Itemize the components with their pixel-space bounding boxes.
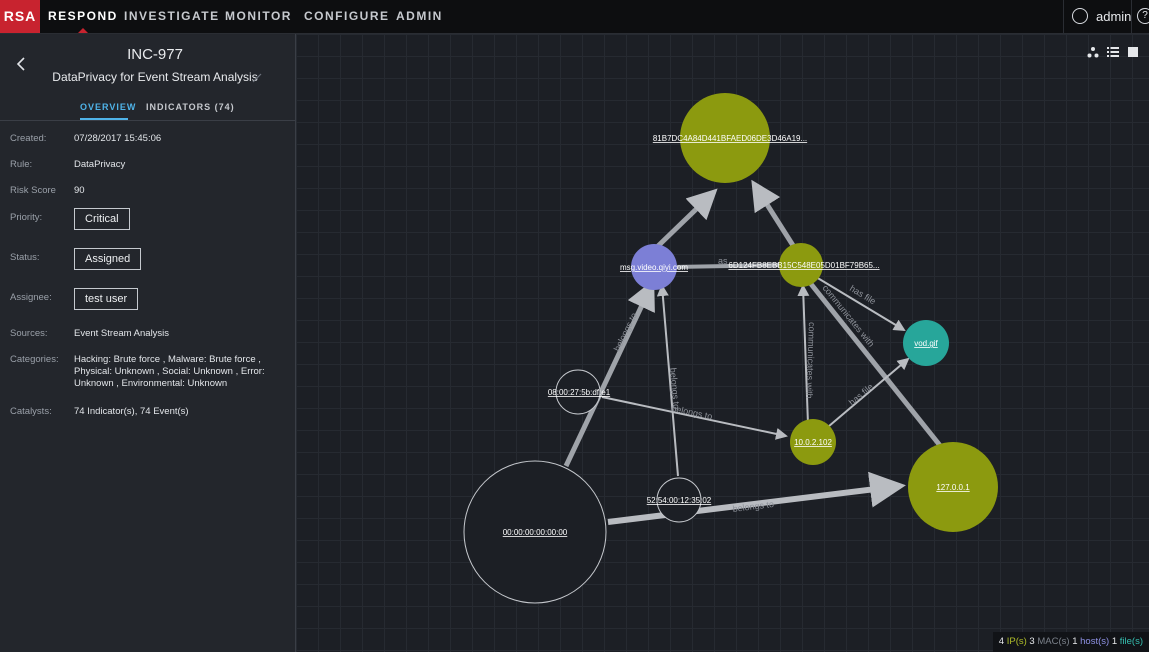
edge-label-belongs-mac3-ip2: belongs to bbox=[732, 499, 774, 514]
rsa-logo[interactable]: RSA bbox=[0, 0, 40, 33]
back-button[interactable] bbox=[16, 56, 32, 76]
graph-nodes bbox=[463, 93, 998, 604]
edge-label-has-file-2: has file bbox=[847, 382, 875, 408]
nav-respond-label: RESPOND bbox=[48, 9, 118, 23]
node-label-mac3: 00:00:00:00:00:00 bbox=[503, 528, 568, 537]
priority-dropdown[interactable]: Critical bbox=[74, 208, 130, 230]
node-label-hash1: 81B7DC4A84D441BFAED06DE3D46A19... bbox=[653, 134, 807, 143]
created-label: Created: bbox=[10, 133, 47, 144]
active-tab-underline bbox=[80, 118, 128, 120]
legend-mac-label: MAC(s) bbox=[1037, 636, 1070, 647]
graph-edges bbox=[563, 179, 944, 525]
status-dropdown[interactable]: Assigned bbox=[74, 248, 142, 270]
incident-panel: INC-977 DataPrivacy for Event Stream Ana… bbox=[0, 34, 296, 652]
legend-ip-count: 4 bbox=[998, 636, 1005, 647]
priority-label: Priority: bbox=[10, 212, 43, 223]
graph-legend: 4 IP(s) 3 MAC(s) 1 host(s) 1 file(s) bbox=[992, 632, 1149, 652]
nav-respond[interactable]: RESPOND bbox=[48, 0, 118, 33]
edge-label-belongs-mac3: belongs to bbox=[612, 311, 639, 353]
active-indicator bbox=[77, 28, 88, 33]
edge-label-has-file-1: has file bbox=[848, 283, 878, 306]
node-label-ip1: 10.0.2.102 bbox=[794, 438, 832, 447]
help-menu[interactable]: ? bbox=[1131, 0, 1149, 33]
edge-labels: belongs to as has file communicates with… bbox=[612, 256, 878, 514]
incident-name: DataPrivacy for Event Stream Analysis bbox=[52, 70, 258, 84]
nav-investigate[interactable]: INVESTIGATE bbox=[124, 0, 220, 33]
edge-host-hash1 bbox=[656, 188, 718, 248]
assignee-dropdown[interactable]: test user bbox=[74, 288, 139, 310]
legend-host-count: 1 bbox=[1072, 636, 1078, 647]
nodal-graph[interactable]: belongs to as has file communicates with… bbox=[296, 34, 1149, 652]
rule-value: DataPrivacy bbox=[74, 159, 126, 170]
node-label-file: vod.gif bbox=[914, 339, 938, 348]
tab-overview[interactable]: OVERVIEW bbox=[80, 102, 136, 112]
legend-file-count: 1 bbox=[1111, 636, 1118, 647]
legend-mac-count: 3 bbox=[1029, 636, 1035, 647]
assignee-label: Assignee: bbox=[10, 292, 52, 303]
help-icon: ? bbox=[1137, 8, 1149, 24]
status-label: Status: bbox=[10, 252, 40, 263]
nav-configure[interactable]: CONFIGURE bbox=[304, 0, 390, 33]
catalysts-label: Catalysts: bbox=[10, 406, 52, 417]
nav-monitor[interactable]: MONITOR bbox=[225, 0, 292, 33]
risk-score-value: 90 bbox=[74, 185, 85, 196]
incident-tabs: OVERVIEW INDICATORS (74) bbox=[0, 96, 295, 121]
nav-admin[interactable]: ADMIN bbox=[396, 0, 443, 33]
edge-hash2-hash1 bbox=[751, 179, 797, 249]
node-label-ip2: 127.0.0.1 bbox=[936, 483, 970, 492]
legend-ip-label: IP(s) bbox=[1006, 636, 1027, 647]
created-value: 07/28/2017 15:45:06 bbox=[74, 133, 162, 144]
graph-svg: belongs to as has file communicates with… bbox=[463, 93, 998, 604]
legend-host-label: host(s) bbox=[1080, 636, 1110, 647]
categories-label: Categories: bbox=[10, 354, 59, 365]
tab-indicators[interactable]: INDICATORS (74) bbox=[146, 102, 235, 112]
risk-score-label: Risk Score bbox=[10, 185, 56, 196]
categories-value: Hacking: Brute force , Malware: Brute fo… bbox=[74, 354, 265, 389]
top-nav: RSA RESPOND INVESTIGATE MONITOR CONFIGUR… bbox=[0, 0, 1149, 34]
node-label-host: msg.video.qiyi.com bbox=[620, 263, 688, 272]
legend-file-label: file(s) bbox=[1119, 636, 1143, 647]
edge-label-comm-2: communicates with bbox=[804, 322, 817, 399]
node-label-mac2: 52:54:00:12:35:02 bbox=[647, 496, 712, 505]
node-label-mac1: 08:00:27:5b:df:e1 bbox=[548, 388, 611, 397]
edge-label-as: as bbox=[718, 256, 728, 266]
incident-id: INC-977 bbox=[127, 46, 183, 63]
user-icon bbox=[1072, 8, 1088, 24]
edge-label-belongs-mac2: belongs to bbox=[668, 367, 682, 409]
rule-label: Rule: bbox=[10, 159, 33, 170]
node-label-hash2: 6D124FB8EBB15C548E05D01BF79B65... bbox=[728, 261, 879, 270]
user-menu[interactable]: admin bbox=[1063, 0, 1132, 33]
chevron-left-icon bbox=[16, 57, 25, 71]
sources-label: Sources: bbox=[10, 328, 48, 339]
user-name: admin bbox=[1096, 9, 1132, 24]
sources-value: Event Stream Analysis bbox=[74, 328, 170, 339]
catalysts-value: 74 Indicator(s), 74 Event(s) bbox=[74, 406, 189, 417]
edit-icon[interactable] bbox=[252, 72, 262, 86]
